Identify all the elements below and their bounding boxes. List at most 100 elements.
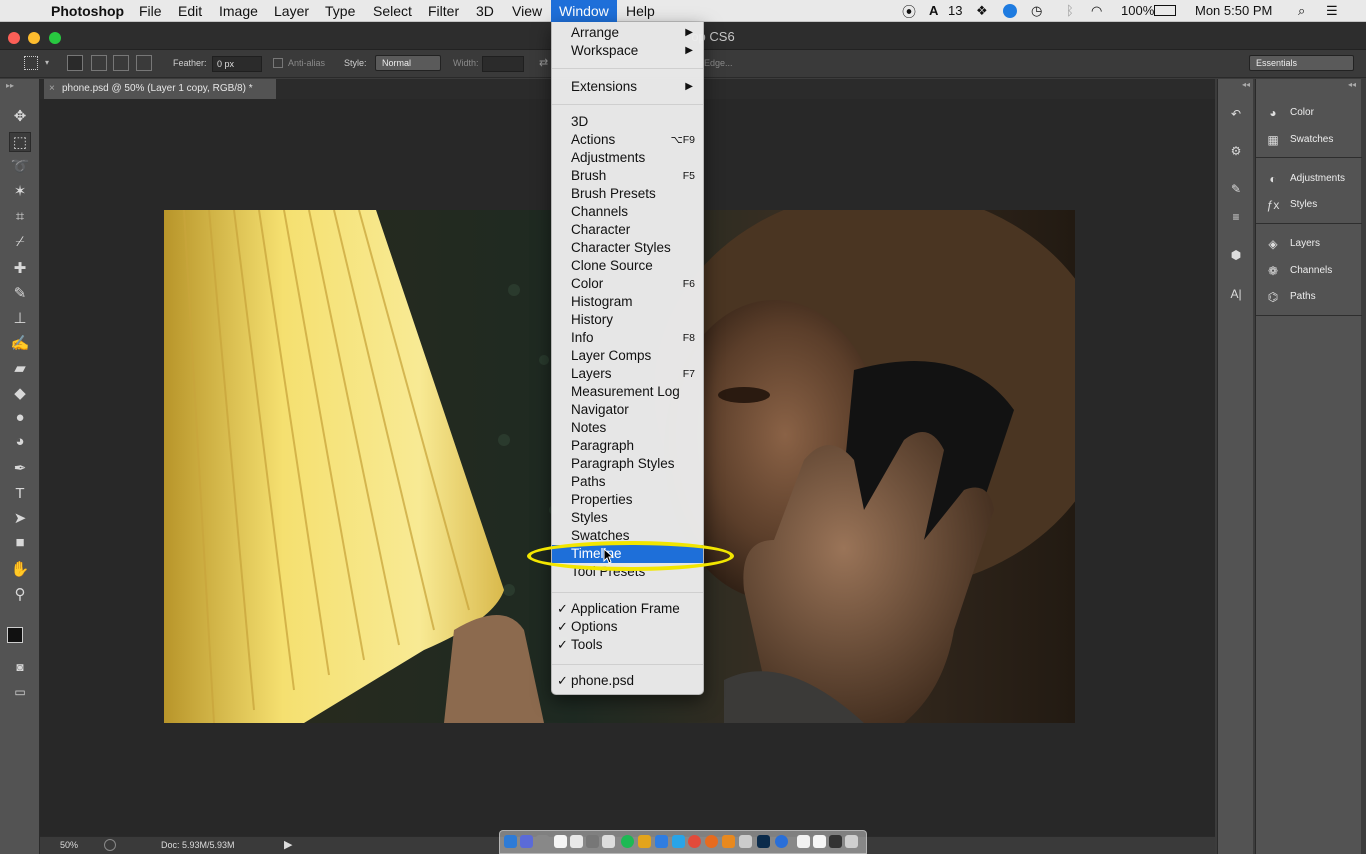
panel-adjustments[interactable]: ◐ Adjustments: [1256, 167, 1362, 191]
add-selection-icon[interactable]: [91, 55, 107, 71]
notes-icon[interactable]: [554, 835, 567, 848]
close-tab-icon[interactable]: ×: [49, 79, 55, 99]
menu-item-paragraph-styles[interactable]: Paragraph Styles: [552, 455, 703, 473]
terminal-icon[interactable]: [829, 835, 842, 848]
menu-item-layer-comps[interactable]: Layer Comps: [552, 347, 703, 365]
panel-styles[interactable]: ƒx Styles: [1256, 193, 1362, 217]
calendar-icon[interactable]: [570, 835, 583, 848]
menu-item-history[interactable]: History: [552, 311, 703, 329]
panel-layers[interactable]: ◈ Layers: [1256, 232, 1362, 256]
type-tool-icon[interactable]: T: [9, 484, 31, 504]
dodge-tool-icon[interactable]: ◕: [9, 432, 31, 452]
menu-item-brush-presets[interactable]: Brush Presets: [552, 185, 703, 203]
notification-center-icon[interactable]: ☰: [1326, 3, 1338, 19]
zoom-level[interactable]: 50%: [60, 840, 78, 850]
sync-icon[interactable]: [1003, 4, 1017, 18]
document-stack-icon[interactable]: [797, 835, 810, 848]
lasso-tool-icon[interactable]: ➰: [9, 157, 31, 177]
preview-icon[interactable]: [739, 835, 752, 848]
paint-bucket-icon[interactable]: ◆: [9, 384, 31, 404]
menu-3d[interactable]: 3D: [476, 2, 494, 20]
pen-tool-icon[interactable]: ✒: [9, 459, 31, 479]
trash-icon[interactable]: [845, 835, 858, 848]
menu-item-paths[interactable]: Paths: [552, 473, 703, 491]
brush-presets-icon[interactable]: ≡: [1227, 208, 1245, 226]
menu-item-paragraph[interactable]: Paragraph: [552, 437, 703, 455]
menu-item-application-frame[interactable]: ✓ Application Frame: [552, 600, 703, 618]
menu-help[interactable]: Help: [626, 2, 655, 20]
3d-panel-icon[interactable]: ⬢: [1227, 246, 1245, 264]
folder-stack-icon[interactable]: [813, 835, 826, 848]
intersect-selection-icon[interactable]: [136, 55, 152, 71]
brush-tool-icon[interactable]: ✎: [9, 284, 31, 304]
menu-image[interactable]: Image: [219, 2, 258, 20]
character-panel-icon[interactable]: A|: [1227, 285, 1245, 303]
path-selection-icon[interactable]: ➤: [9, 509, 31, 529]
menu-file[interactable]: File: [139, 2, 162, 20]
menu-type[interactable]: Type: [325, 2, 355, 20]
app-menu[interactable]: Photoshop: [51, 2, 124, 20]
dropbox-icon[interactable]: ❖: [976, 3, 988, 19]
settings-icon[interactable]: [586, 835, 599, 848]
menu-item-navigator[interactable]: Navigator: [552, 401, 703, 419]
menu-item-arrange[interactable]: Arrange ▶: [552, 24, 703, 42]
clone-stamp-icon[interactable]: ⊥: [9, 309, 31, 329]
hand-tool-icon[interactable]: ✋: [9, 560, 31, 580]
style-select[interactable]: Normal: [375, 55, 441, 71]
rectangle-tool-icon[interactable]: ■: [9, 533, 31, 553]
collapse-strip-icon[interactable]: ◂◂: [1242, 80, 1250, 89]
eraser-icon[interactable]: ▰: [9, 359, 31, 379]
blur-tool-icon[interactable]: ●: [9, 408, 31, 428]
app-store-icon[interactable]: [775, 835, 788, 848]
firefox-icon[interactable]: [705, 835, 718, 848]
subtract-selection-icon[interactable]: [113, 55, 129, 71]
menu-item-brush[interactable]: Brush F5: [552, 167, 703, 185]
menu-item-histogram[interactable]: Histogram: [552, 293, 703, 311]
menu-item-layers[interactable]: Layers F7: [552, 365, 703, 383]
chevron-down-icon[interactable]: ▾: [45, 58, 49, 67]
menu-item-measurement-log[interactable]: Measurement Log: [552, 383, 703, 401]
feather-input[interactable]: 0 px: [212, 56, 262, 72]
menu-item-tools[interactable]: ✓ Tools: [552, 636, 703, 654]
menu-item-notes[interactable]: Notes: [552, 419, 703, 437]
menu-item-color[interactable]: Color F6: [552, 275, 703, 293]
anti-alias-checkbox[interactable]: [273, 58, 283, 68]
bluetooth-icon[interactable]: ᛒ: [1066, 3, 1074, 18]
finder-icon[interactable]: [504, 835, 517, 848]
magic-wand-icon[interactable]: ✶: [9, 182, 31, 202]
menu-item-extensions[interactable]: Extensions ▶: [552, 78, 703, 96]
textedit-icon[interactable]: [602, 835, 615, 848]
menu-item-clone-source[interactable]: Clone Source: [552, 257, 703, 275]
menu-item-options[interactable]: ✓ Options: [552, 618, 703, 636]
menu-item-character-styles[interactable]: Character Styles: [552, 239, 703, 257]
books-icon[interactable]: [638, 835, 651, 848]
panel-color[interactable]: ◕ Color: [1256, 101, 1362, 125]
refine-edge-button[interactable]: Edge...: [704, 58, 733, 68]
menu-item-adjustments[interactable]: Adjustments: [552, 149, 703, 167]
clock[interactable]: Mon 5:50 PM: [1195, 3, 1272, 18]
menu-item-properties[interactable]: Properties: [552, 491, 703, 509]
chrome-icon[interactable]: [655, 835, 668, 848]
menu-item-channels[interactable]: Channels: [552, 203, 703, 221]
workspace-select[interactable]: Essentials: [1249, 55, 1354, 71]
vlc-icon[interactable]: [722, 835, 735, 848]
foreground-color-swatch[interactable]: [7, 627, 23, 643]
healing-brush-icon[interactable]: ✚: [9, 259, 31, 279]
document-tab[interactable]: × phone.psd @ 50% (Layer 1 copy, RGB/8) …: [44, 79, 276, 99]
adobe-icon[interactable]: A: [929, 3, 938, 18]
safari-icon[interactable]: [536, 835, 549, 848]
eyedropper-icon[interactable]: ⌿: [9, 232, 31, 252]
marquee-preset-icon[interactable]: [24, 56, 38, 70]
record-icon[interactable]: ⦿: [902, 2, 916, 22]
menu-item-document-phone[interactable]: ✓ phone.psd: [552, 672, 703, 690]
battery-icon[interactable]: [1154, 5, 1176, 16]
menu-select[interactable]: Select: [373, 2, 412, 20]
panel-channels[interactable]: ❁ Channels: [1256, 259, 1362, 283]
spotify-icon[interactable]: [621, 835, 634, 848]
panel-paths[interactable]: ⌬ Paths: [1256, 285, 1362, 309]
photoshop-icon[interactable]: [757, 835, 770, 848]
spotlight-search-icon[interactable]: ⌕: [1298, 3, 1305, 19]
time-machine-icon[interactable]: ◷: [1031, 3, 1042, 19]
status-menu-arrow-icon[interactable]: ▶: [284, 838, 292, 851]
swap-icon[interactable]: ⇄: [539, 56, 548, 69]
